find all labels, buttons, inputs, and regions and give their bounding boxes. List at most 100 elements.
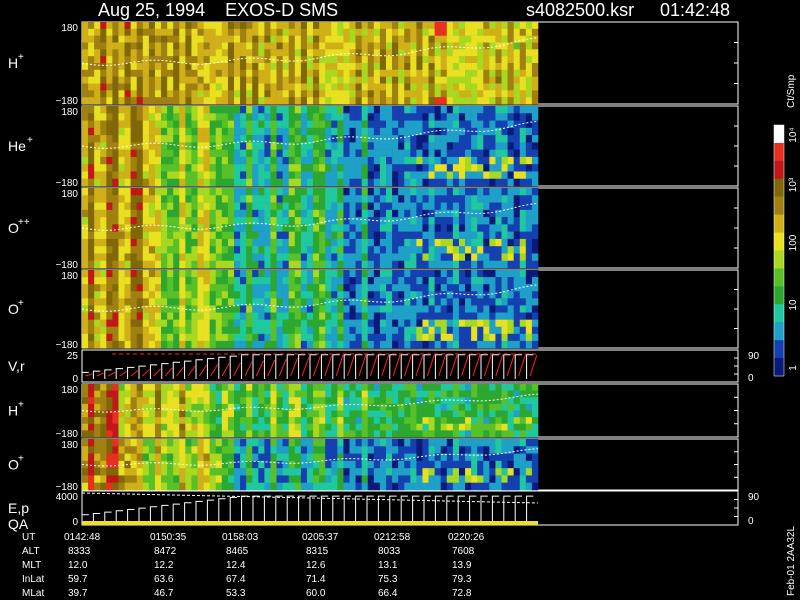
spectrogram-cell xyxy=(471,312,478,320)
spectrogram-cell xyxy=(288,56,296,64)
spectrogram-cell xyxy=(501,135,508,143)
spectrogram-cell xyxy=(398,188,405,196)
spectrogram-cell xyxy=(282,270,290,278)
spectrogram-cell xyxy=(313,231,320,240)
spectrogram-cell xyxy=(501,49,508,57)
spectrogram-cell xyxy=(191,439,198,447)
spectrogram-cell xyxy=(100,195,107,203)
spectrogram-cell xyxy=(209,135,217,143)
spectrogram-cell xyxy=(319,35,326,43)
spectrogram-cell xyxy=(465,90,472,98)
spectrogram-cell xyxy=(288,326,296,335)
spectrogram-cell xyxy=(471,246,478,254)
ephemeris-row-name: ALT xyxy=(22,546,40,557)
spectrogram-cell xyxy=(337,277,344,285)
spectrogram-cell xyxy=(88,417,95,425)
spectrogram-cell xyxy=(410,410,417,418)
spectrogram-cell xyxy=(379,171,387,180)
spectrogram-cell xyxy=(118,202,125,211)
spectrogram-cell xyxy=(422,253,429,262)
spectrogram-cell xyxy=(501,384,508,391)
spectrogram-cell xyxy=(100,403,107,411)
spectrogram-cell xyxy=(246,83,253,91)
spectrogram-cell xyxy=(495,326,502,335)
spectrogram-cell xyxy=(252,430,259,438)
spectrogram-cell xyxy=(173,298,180,306)
spectrogram-cell xyxy=(82,277,89,285)
spectrogram-cell xyxy=(325,423,332,431)
spectrogram-cell xyxy=(258,284,265,292)
spectrogram-cell xyxy=(161,312,168,320)
spectrogram-cell xyxy=(489,423,496,431)
spectrogram-cell xyxy=(276,446,283,454)
spectrogram-cell xyxy=(343,340,350,349)
spectrogram-cell xyxy=(495,468,502,476)
spectrogram-cell xyxy=(483,384,490,391)
spectrogram-cell xyxy=(525,76,533,84)
spectrogram-cell xyxy=(270,253,277,262)
spectrogram-cell xyxy=(446,238,454,247)
spectrogram-cell xyxy=(422,97,429,105)
spectrogram-cell xyxy=(221,270,229,278)
spectrogram-cell xyxy=(118,460,125,469)
spectrogram-cell xyxy=(495,446,502,454)
exos-d-sms-plot: Aug 25, 1994 EXOS-D SMS s4082500.ksr 01:… xyxy=(8,0,799,599)
spectrogram-cell xyxy=(100,149,107,158)
spectrogram-cell xyxy=(94,284,101,292)
spectrogram-cell xyxy=(392,106,399,114)
spectrogram-cell xyxy=(118,482,125,491)
spectrogram-cell xyxy=(112,28,119,36)
spectrogram-cell xyxy=(489,35,496,43)
spectrogram-cell xyxy=(367,417,375,425)
spectrogram-cell xyxy=(446,284,454,292)
spectrogram-cell xyxy=(240,333,247,342)
spectrogram-cell xyxy=(118,209,125,218)
spectrogram-cell xyxy=(100,135,107,143)
spectrogram-cell xyxy=(452,149,460,158)
spectrogram-cell xyxy=(331,326,338,335)
spectrogram-cell xyxy=(294,319,302,328)
spectrogram-cell xyxy=(422,127,429,136)
spectrogram-cell xyxy=(215,178,223,187)
spectrogram-cell xyxy=(100,390,107,398)
spectrogram-cell xyxy=(88,135,95,143)
spectrogram-cell xyxy=(106,120,113,129)
spectrogram-cell xyxy=(349,135,356,143)
spectrogram-cell xyxy=(288,142,296,150)
spectrogram-cell xyxy=(349,63,356,71)
spectrogram-cell xyxy=(282,231,290,240)
spectrogram-cell xyxy=(319,305,326,313)
spectrogram-cell xyxy=(197,209,204,218)
spectrogram-cell xyxy=(130,28,138,36)
spectrogram-cell xyxy=(440,312,448,320)
spectrogram-cell xyxy=(154,188,162,196)
spectrogram-cell xyxy=(191,238,198,247)
spectrogram-cell xyxy=(282,49,290,57)
spectrogram-cell xyxy=(112,224,119,232)
spectrogram-cell xyxy=(386,270,393,278)
spectrogram-cell xyxy=(203,453,210,462)
spectrogram-cell xyxy=(209,277,217,285)
spectrogram-cell xyxy=(124,333,131,342)
spectrogram-cell xyxy=(112,246,119,254)
spectrogram-cell xyxy=(495,113,502,121)
spectrogram-cell xyxy=(465,195,472,203)
spectrogram-cell xyxy=(477,260,484,269)
spectrogram-cell xyxy=(477,340,484,349)
spectrogram-cell xyxy=(477,326,484,335)
spectrogram-cell xyxy=(410,224,417,232)
spectrogram-cell xyxy=(386,246,393,254)
spectrogram-cell xyxy=(252,22,259,30)
spectrogram-cell xyxy=(507,390,514,398)
spectrogram-cell xyxy=(234,231,241,240)
spectrogram-cell xyxy=(124,312,131,320)
spectrogram-cell xyxy=(392,127,399,136)
spectrogram-cell xyxy=(88,446,95,454)
spectrogram-cell xyxy=(94,28,101,36)
spectrogram-cell xyxy=(531,127,539,136)
spectrogram-cell xyxy=(422,384,429,391)
spectrogram-cell xyxy=(422,417,429,425)
spectrogram-cell xyxy=(422,333,429,342)
spectrogram-cell xyxy=(404,410,411,418)
spectrogram-cell xyxy=(264,340,271,349)
